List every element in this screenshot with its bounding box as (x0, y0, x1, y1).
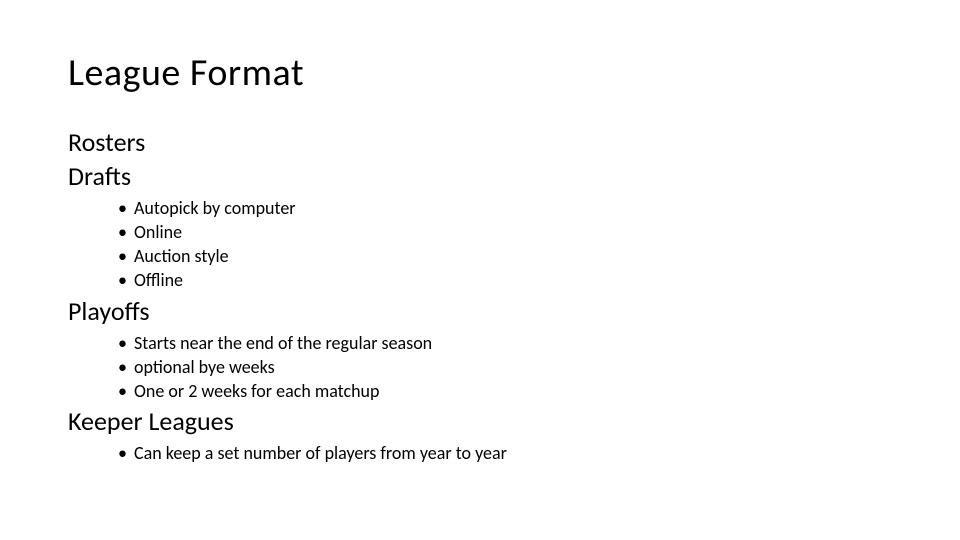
list-item: Starts near the end of the regular seaso… (118, 331, 900, 355)
drafts-bullet-list: Autopick by computer Online Auction styl… (118, 196, 900, 293)
list-item: One or 2 weeks for each matchup (118, 379, 900, 403)
list-item: Can keep a set number of players from ye… (118, 441, 900, 465)
section-heading-keeper: Keeper Leagues (68, 405, 900, 439)
list-item: Autopick by computer (118, 196, 900, 220)
list-item: optional bye weeks (118, 355, 900, 379)
list-item: Offline (118, 268, 900, 292)
section-heading-drafts: Drafts (68, 160, 900, 194)
list-item: Auction style (118, 244, 900, 268)
slide-title: League Format (68, 50, 900, 96)
section-heading-rosters: Rosters (68, 126, 900, 160)
playoffs-bullet-list: Starts near the end of the regular seaso… (118, 331, 900, 404)
list-item: Online (118, 220, 900, 244)
keeper-bullet-list: Can keep a set number of players from ye… (118, 441, 900, 465)
section-heading-playoffs: Playoffs (68, 295, 900, 329)
